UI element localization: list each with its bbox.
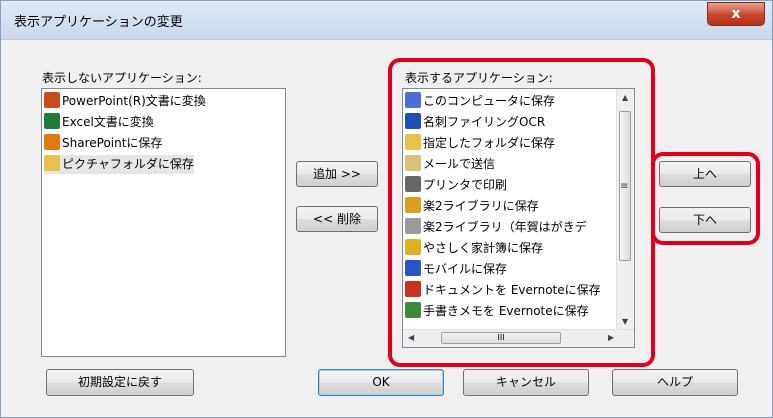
add-button[interactable]: 追加 >> <box>296 161 378 187</box>
ok-button-label: OK <box>372 375 390 389</box>
list-item-label: PowerPoint(R)文書に変換 <box>62 94 206 108</box>
list-item[interactable]: SharePointに保存 <box>44 134 162 153</box>
move-up-button-label: 上へ <box>692 167 717 181</box>
sharepoint-icon <box>44 134 60 150</box>
list-item-label: SharePointに保存 <box>62 136 163 150</box>
list-item[interactable]: PowerPoint(R)文書に変換 <box>44 92 206 111</box>
hidden-apps-label: 表示しないアプリケーション: <box>42 71 202 85</box>
shown-apps-highlight <box>388 58 655 367</box>
cancel-button-label: キャンセル <box>495 375 556 389</box>
list-item[interactable]: Excel文書に変換 <box>44 113 154 132</box>
list-item-label: ピクチャフォルダに保存 <box>62 157 194 171</box>
folder-icon <box>44 155 60 171</box>
reset-defaults-button-label: 初期設定に戻す <box>77 375 162 389</box>
move-down-button-label: 下へ <box>692 213 717 227</box>
list-item[interactable]: ピクチャフォルダに保存 <box>44 155 194 174</box>
change-display-apps-dialog: 表示アプリケーションの変更 x 表示しないアプリケーション: ピクチャフォルダに… <box>0 0 773 418</box>
move-down-button[interactable]: 下へ <box>659 207 751 233</box>
powerpoint-icon <box>44 92 60 108</box>
hidden-apps-listbox[interactable]: ピクチャフォルダに保存 SharePointに保存 Excel文書に変換 PowerP… <box>41 88 286 357</box>
close-icon: x <box>731 6 741 22</box>
move-up-button[interactable]: 上へ <box>659 161 751 187</box>
cancel-button[interactable]: キャンセル <box>463 369 589 396</box>
ok-button[interactable]: OK <box>318 369 444 396</box>
list-item-label: Excel文書に変換 <box>62 115 154 129</box>
remove-button[interactable]: << 削除 <box>296 206 378 232</box>
excel-icon <box>44 113 60 129</box>
remove-button-label: << 削除 <box>313 212 361 226</box>
help-button-label: ヘルプ <box>656 375 693 389</box>
window-title: 表示アプリケーションの変更 <box>14 15 183 30</box>
reset-defaults-button[interactable]: 初期設定に戻す <box>46 369 194 396</box>
close-button[interactable]: x <box>707 2 765 26</box>
add-button-label: 追加 >> <box>313 167 361 181</box>
title-bar: 表示アプリケーションの変更 x <box>1 1 772 40</box>
help-button[interactable]: ヘルプ <box>612 369 738 396</box>
